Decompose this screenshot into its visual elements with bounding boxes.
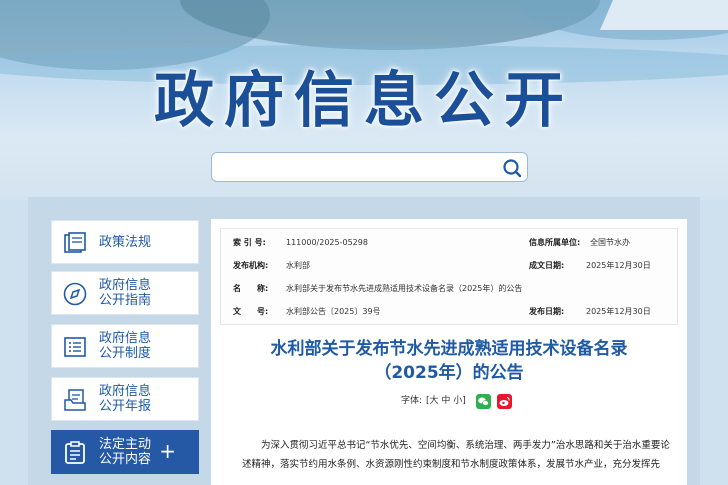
document-title-line: （2025年）的公告	[374, 363, 524, 383]
font-size-options[interactable]: [大 中 小]	[426, 393, 466, 409]
metadata-table: 索 引 号: 111000/2025-05298 信息所属单位: 全国节水办 发…	[220, 228, 678, 325]
search-icon[interactable]	[501, 157, 523, 179]
document-title: 水利部关于发布节水先进成熟适用技术设备名录 （2025年）的公告	[211, 337, 687, 385]
font-size-controls: 字体: [大 中 小]	[401, 393, 512, 409]
meta-value: 全国节水办	[590, 238, 630, 247]
meta-value: 111000/2025-05298	[286, 238, 368, 247]
search-box[interactable]	[211, 152, 528, 182]
meta-label: 文 号:	[233, 307, 269, 316]
meta-value: 水利部关于发布节水先进成熟适用技术设备名录（2025年）的公告	[286, 284, 523, 293]
sidebar-item-disclosure-system[interactable]: 政府信息 公开制度	[51, 324, 199, 368]
article-content: 索 引 号: 111000/2025-05298 信息所属单位: 全国节水办 发…	[211, 219, 687, 485]
sidebar-item-label: 政策法规	[99, 234, 152, 250]
metadata-row: 索 引 号: 111000/2025-05298 信息所属单位: 全国节水办	[221, 233, 677, 253]
document-title-line: 水利部关于发布节水先进成熟适用技术设备名录	[270, 339, 628, 359]
page-title: 政府信息公开	[154, 66, 574, 136]
metadata-row: 发布机构: 水利部 成文日期: 2025年12月30日	[221, 256, 677, 276]
book-icon	[64, 232, 86, 253]
sidebar-item-policy-regulations[interactable]: 政策法规	[51, 220, 199, 264]
meta-label: 索 引 号:	[233, 238, 266, 247]
document-stack-icon	[64, 389, 86, 411]
meta-value: 2025年12月30日	[586, 261, 651, 270]
font-size-label: 字体:	[401, 396, 423, 406]
sidebar-item-label: 政府信息 公开指南	[99, 278, 152, 308]
meta-label: 发布日期:	[529, 307, 565, 316]
list-icon	[64, 337, 86, 357]
meta-value: 水利部	[286, 261, 310, 270]
document-body: 为深入贯彻习近平总书记“节水优先、空间均衡、系统治理、两手发力”治水思路和关于治…	[242, 440, 670, 470]
search-input[interactable]	[220, 157, 490, 177]
metadata-row: 文 号: 水利部公告〔2025〕39号 发布日期: 2025年12月30日	[221, 302, 677, 322]
clipboard-icon	[65, 441, 85, 464]
sidebar-item-mandatory-disclosure[interactable]: 法定主动 公开内容 +	[51, 430, 199, 474]
meta-label: 发布机构:	[233, 261, 269, 270]
meta-label: 成文日期:	[529, 261, 565, 270]
expand-plus-icon[interactable]: +	[159, 439, 176, 463]
meta-value: 2025年12月30日	[586, 307, 651, 316]
weibo-share-icon[interactable]	[496, 393, 512, 409]
banner: 政府信息公开	[0, 0, 728, 200]
meta-value: 水利部公告〔2025〕39号	[286, 307, 381, 316]
sidebar-item-label: 法定主动 公开内容	[99, 437, 152, 467]
sidebar-item-annual-report[interactable]: 政府信息 公开年报	[51, 377, 199, 421]
sidebar-item-label: 政府信息 公开年报	[99, 384, 152, 414]
compass-icon	[63, 282, 87, 306]
metadata-row: 名 称: 水利部关于发布节水先进成熟适用技术设备名录（2025年）的公告	[221, 279, 677, 299]
wechat-share-icon[interactable]	[475, 393, 491, 409]
meta-label: 名 称:	[233, 284, 269, 293]
sidebar-item-disclosure-guide[interactable]: 政府信息 公开指南	[51, 271, 199, 315]
sidebar-item-label: 政府信息 公开制度	[99, 331, 152, 361]
banner-dam	[600, 0, 728, 30]
meta-label: 信息所属单位:	[529, 238, 581, 247]
